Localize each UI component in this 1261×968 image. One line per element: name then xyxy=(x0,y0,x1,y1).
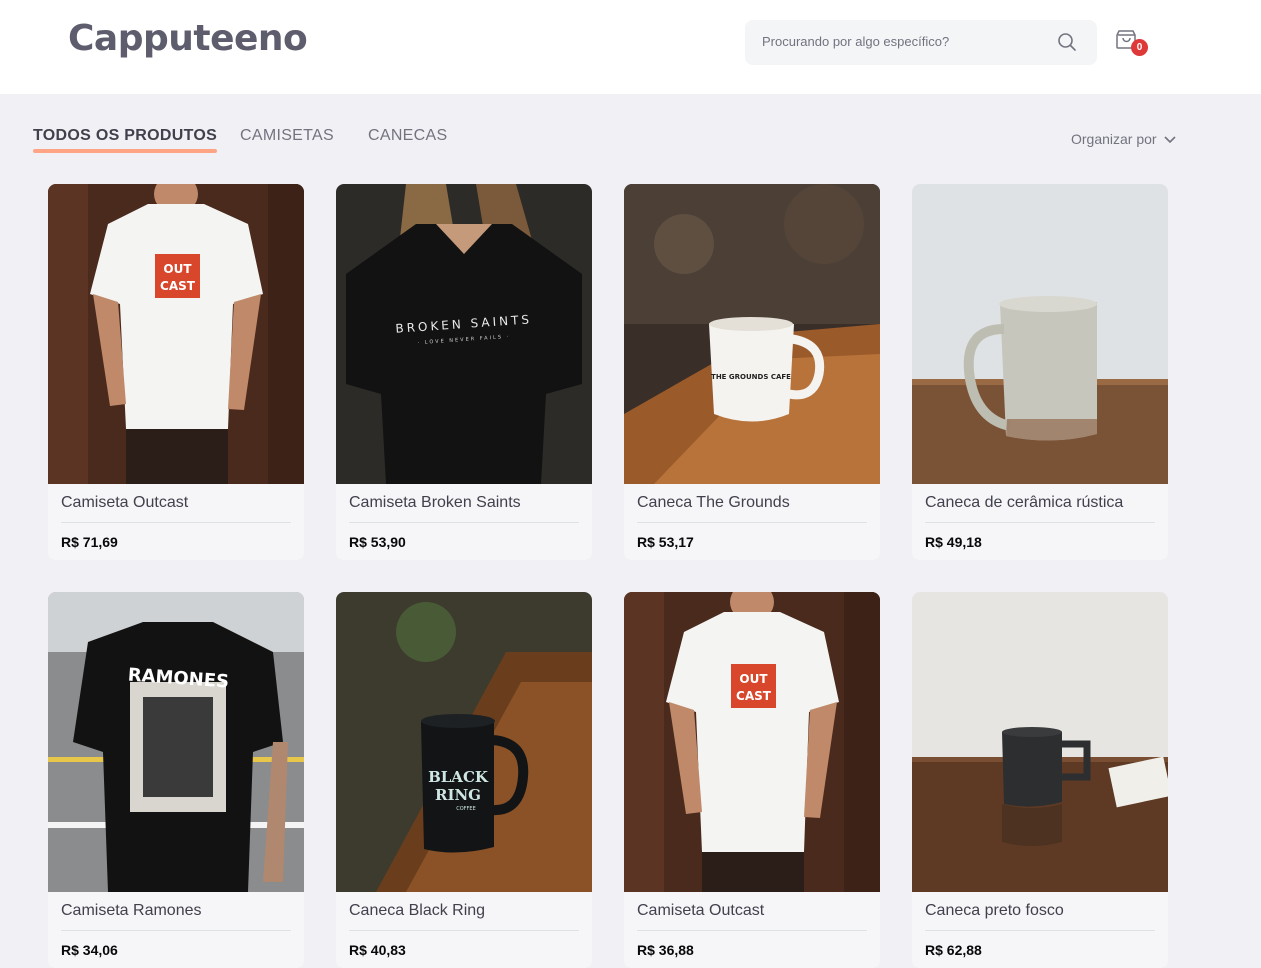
search-placeholder: Procurando por algo específico? xyxy=(762,34,950,49)
outcast-print-line1: OUT xyxy=(739,672,768,686)
product-name[interactable]: Caneca preto fosco xyxy=(925,902,1064,920)
search-icon[interactable] xyxy=(1057,32,1077,56)
card-divider xyxy=(61,522,291,523)
sort-label: Organizar por xyxy=(1071,131,1157,147)
product-image-black-ring-mug[interactable]: BLACK RING COFFEE xyxy=(336,592,592,892)
product-name[interactable]: Camiseta Broken Saints xyxy=(349,494,521,512)
product-image-outcast-tshirt-2[interactable]: OUT CAST xyxy=(624,592,880,892)
outcast-print-line2: CAST xyxy=(736,689,772,703)
product-card[interactable]: THE GROUNDS CAFE Caneca The Grounds R$ 5… xyxy=(624,184,880,560)
chevron-down-icon xyxy=(1164,136,1177,144)
card-divider xyxy=(925,522,1155,523)
product-image-ramones-tshirt[interactable]: RAMONES xyxy=(48,592,304,892)
product-card[interactable]: Caneca preto fosco R$ 62,88 xyxy=(912,592,1168,968)
product-name[interactable]: Camiseta Outcast xyxy=(637,902,764,920)
product-price: R$ 53,17 xyxy=(637,534,694,550)
product-card[interactable]: BROKEN SAINTS · LOVE NEVER FAILS · Camis… xyxy=(336,184,592,560)
product-name[interactable]: Camiseta Outcast xyxy=(61,494,188,512)
product-image-outcast-tshirt[interactable]: OUT CAST xyxy=(48,184,304,484)
product-price: R$ 40,83 xyxy=(349,942,406,958)
card-divider xyxy=(349,522,579,523)
grounds-print: THE GROUNDS CAFE xyxy=(711,373,791,381)
black-ring-print-line2: RING xyxy=(435,786,481,804)
product-name[interactable]: Caneca de cerâmica rústica xyxy=(925,494,1123,512)
card-divider xyxy=(637,930,867,931)
product-price: R$ 62,88 xyxy=(925,942,982,958)
product-price: R$ 34,06 xyxy=(61,942,118,958)
outcast-print-line1: OUT xyxy=(163,262,192,276)
outcast-print-line2: CAST xyxy=(160,279,196,293)
product-card[interactable]: Caneca de cerâmica rústica R$ 49,18 xyxy=(912,184,1168,560)
black-ring-print-sub: COFFEE xyxy=(456,806,476,812)
product-price: R$ 36,88 xyxy=(637,942,694,958)
product-name[interactable]: Caneca The Grounds xyxy=(637,494,790,512)
product-card[interactable]: BLACK RING COFFEE Caneca Black Ring R$ 4… xyxy=(336,592,592,968)
product-price: R$ 53,90 xyxy=(349,534,406,550)
card-divider xyxy=(349,930,579,931)
product-image-broken-saints-tshirt[interactable]: BROKEN SAINTS · LOVE NEVER FAILS · xyxy=(336,184,592,484)
search-input[interactable]: Procurando por algo específico? xyxy=(745,20,1097,65)
product-name[interactable]: Caneca Black Ring xyxy=(349,902,485,920)
sort-dropdown[interactable]: Organizar por xyxy=(1071,131,1177,147)
product-card[interactable]: OUT CAST Camiseta Outcast R$ 36,88 xyxy=(624,592,880,968)
product-card[interactable]: OUT CAST Camiseta Outcast R$ 71,69 xyxy=(48,184,304,560)
product-price: R$ 71,69 xyxy=(61,534,118,550)
product-image-grounds-mug[interactable]: THE GROUNDS CAFE xyxy=(624,184,880,484)
site-header: Capputeeno Procurando por algo específic… xyxy=(0,0,1261,94)
product-name[interactable]: Camiseta Ramones xyxy=(61,902,202,920)
logo[interactable]: Capputeeno xyxy=(68,18,308,59)
product-image-matte-black-mug[interactable] xyxy=(912,592,1168,892)
black-ring-print-line1: BLACK xyxy=(428,768,489,786)
cart-button[interactable]: 0 xyxy=(1116,28,1148,58)
card-divider xyxy=(637,522,867,523)
card-divider xyxy=(925,930,1155,931)
product-price: R$ 49,18 xyxy=(925,534,982,550)
product-image-rustic-mug[interactable] xyxy=(912,184,1168,484)
tab-mugs[interactable]: CANECAS xyxy=(368,127,447,145)
tab-all-products[interactable]: TODOS OS PRODUTOS xyxy=(33,127,218,153)
product-card[interactable]: RAMONES Camiseta Ramones R$ 34,06 xyxy=(48,592,304,968)
card-divider xyxy=(61,930,291,931)
tab-tshirts[interactable]: CAMISETAS xyxy=(240,127,334,145)
cart-count-badge: 0 xyxy=(1131,39,1148,56)
